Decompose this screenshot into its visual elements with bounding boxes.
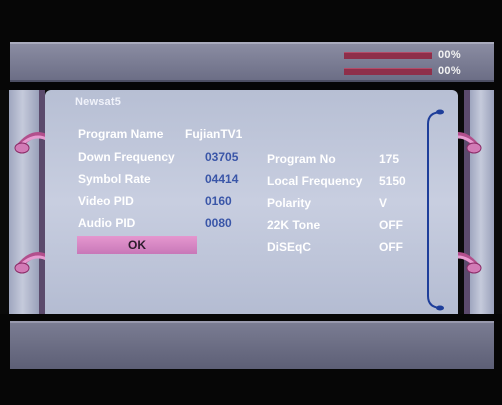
video-pid-value[interactable]: 0160	[205, 194, 232, 208]
program-no-label: Program No	[267, 152, 336, 166]
footer-panel	[10, 321, 494, 369]
right-edge	[464, 90, 470, 314]
local-frequency-label: Local Frequency	[267, 174, 363, 188]
program-no-value: 175	[379, 152, 400, 166]
left-bezel	[9, 90, 39, 314]
down-frequency-value[interactable]: 03705	[205, 150, 238, 164]
signal-quality-percent: 00%	[438, 65, 461, 77]
diseqc-label: DiSEqC	[267, 240, 312, 254]
signal-bar-panel: 00% 00%	[10, 42, 494, 82]
22k-tone-value: OFF	[379, 218, 403, 232]
program-name-value: FujianTV1	[185, 127, 243, 141]
polarity-label: Polarity	[267, 196, 312, 210]
signal-quality-bar	[344, 68, 432, 75]
video-pid-label: Video PID	[78, 194, 134, 208]
audio-pid-value[interactable]: 0080	[205, 216, 232, 230]
symbol-rate-value[interactable]: 04414	[205, 172, 238, 186]
satellite-name: Newsat5	[75, 96, 122, 108]
22k-tone-label: 22K Tone	[267, 218, 321, 232]
symbol-rate-label: Symbol Rate	[78, 172, 151, 186]
program-info-panel: Newsat5 Program Name FujianTV1 Down Freq…	[45, 90, 458, 314]
down-frequency-label: Down Frequency	[78, 150, 175, 164]
program-name-label: Program Name	[78, 127, 164, 141]
scrollbar[interactable]	[424, 108, 446, 312]
signal-strength-bar	[344, 52, 432, 59]
ok-button[interactable]: OK	[77, 236, 197, 254]
polarity-value: V	[379, 196, 388, 210]
audio-pid-label: Audio PID	[78, 216, 136, 230]
signal-strength-percent: 00%	[438, 49, 461, 61]
right-bezel	[470, 90, 494, 314]
diseqc-value: OFF	[379, 240, 403, 254]
local-frequency-value: 5150	[379, 174, 406, 188]
